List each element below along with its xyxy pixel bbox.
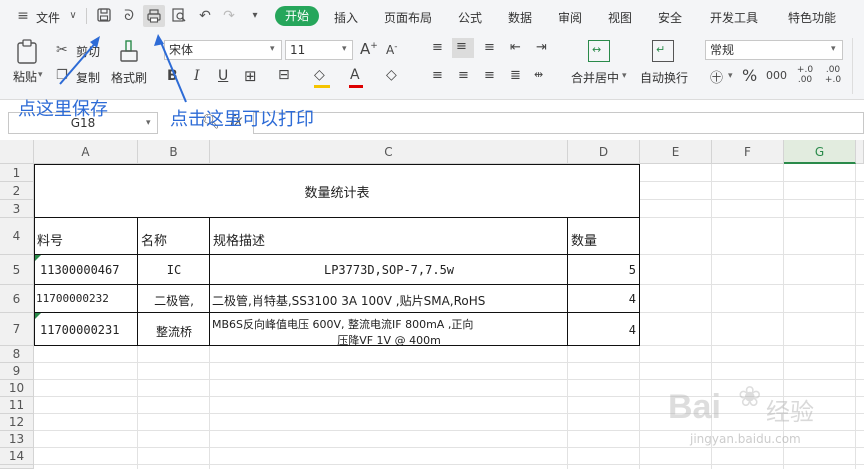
- row-header[interactable]: 4: [0, 218, 34, 255]
- cell-d6[interactable]: 4: [568, 292, 636, 306]
- error-marker-icon: [35, 313, 41, 319]
- row-header[interactable]: 15: [0, 465, 34, 469]
- column-header[interactable]: D: [568, 140, 640, 164]
- watermark-brand-cn: 经验: [766, 398, 814, 426]
- row-header[interactable]: 10: [0, 380, 34, 397]
- paw-icon: ❀: [738, 380, 762, 413]
- column-header[interactable]: A: [34, 140, 138, 164]
- cell-c7-line2[interactable]: 压降VF 1V @ 400m: [210, 332, 568, 345]
- watermark-brand: Bai: [668, 388, 721, 426]
- row-header[interactable]: 7: [0, 313, 34, 346]
- column-header[interactable]: B: [138, 140, 210, 164]
- row-header[interactable]: 9: [0, 363, 34, 380]
- cell-a5[interactable]: 11300000467: [40, 263, 119, 277]
- cell-b5[interactable]: IC: [138, 263, 210, 277]
- cell-c6[interactable]: 二极管,肖特基,SS3100 3A 100V ,贴片SMA,RoHS: [212, 292, 566, 309]
- column-header[interactable]: C: [210, 140, 568, 164]
- row-header[interactable]: 6: [0, 285, 34, 313]
- row-header[interactable]: 5: [0, 255, 34, 285]
- error-marker-icon: [35, 255, 41, 261]
- cell-a7[interactable]: 11700000231: [40, 323, 119, 337]
- column-header-selected[interactable]: G: [784, 140, 856, 164]
- header-name[interactable]: 名称: [141, 230, 167, 249]
- row-header[interactable]: 8: [0, 346, 34, 363]
- column-header[interactable]: F: [712, 140, 784, 164]
- spreadsheet-grid[interactable]: A B C D E F G 1 2 3 4 5 6 7 8 9 10 11 12…: [0, 140, 864, 469]
- cell-d7[interactable]: 4: [568, 323, 636, 337]
- header-spec[interactable]: 规格描述: [213, 230, 265, 249]
- cell-b6[interactable]: 二极管,: [138, 292, 210, 309]
- cell-c5[interactable]: LP3773D,SOP-7,7.5w: [210, 263, 568, 277]
- annotation-arrows: [59, 34, 187, 103]
- cell-b7[interactable]: 整流桥: [138, 323, 210, 340]
- column-header[interactable]: [856, 140, 864, 164]
- sheet-title[interactable]: 数量统计表: [35, 182, 639, 201]
- row-header[interactable]: 2: [0, 182, 34, 200]
- select-all-corner[interactable]: [0, 140, 34, 164]
- row-header[interactable]: 1: [0, 164, 34, 182]
- cell-d5[interactable]: 5: [568, 263, 636, 277]
- row-header[interactable]: 11: [0, 397, 34, 414]
- row-header[interactable]: 13: [0, 431, 34, 448]
- cell-c7-line1[interactable]: MB6S反向峰值电压 600V, 整流电流IF 800mA ,正向: [212, 316, 566, 332]
- watermark-url: jingyan.baidu.com: [690, 432, 801, 446]
- row-header[interactable]: 3: [0, 200, 34, 218]
- cell-a6[interactable]: 11700000232: [36, 292, 109, 305]
- header-part-no[interactable]: 料号: [37, 230, 63, 249]
- row-header[interactable]: 14: [0, 448, 34, 465]
- header-qty[interactable]: 数量: [571, 230, 597, 249]
- column-header[interactable]: E: [640, 140, 712, 164]
- row-header[interactable]: 12: [0, 414, 34, 431]
